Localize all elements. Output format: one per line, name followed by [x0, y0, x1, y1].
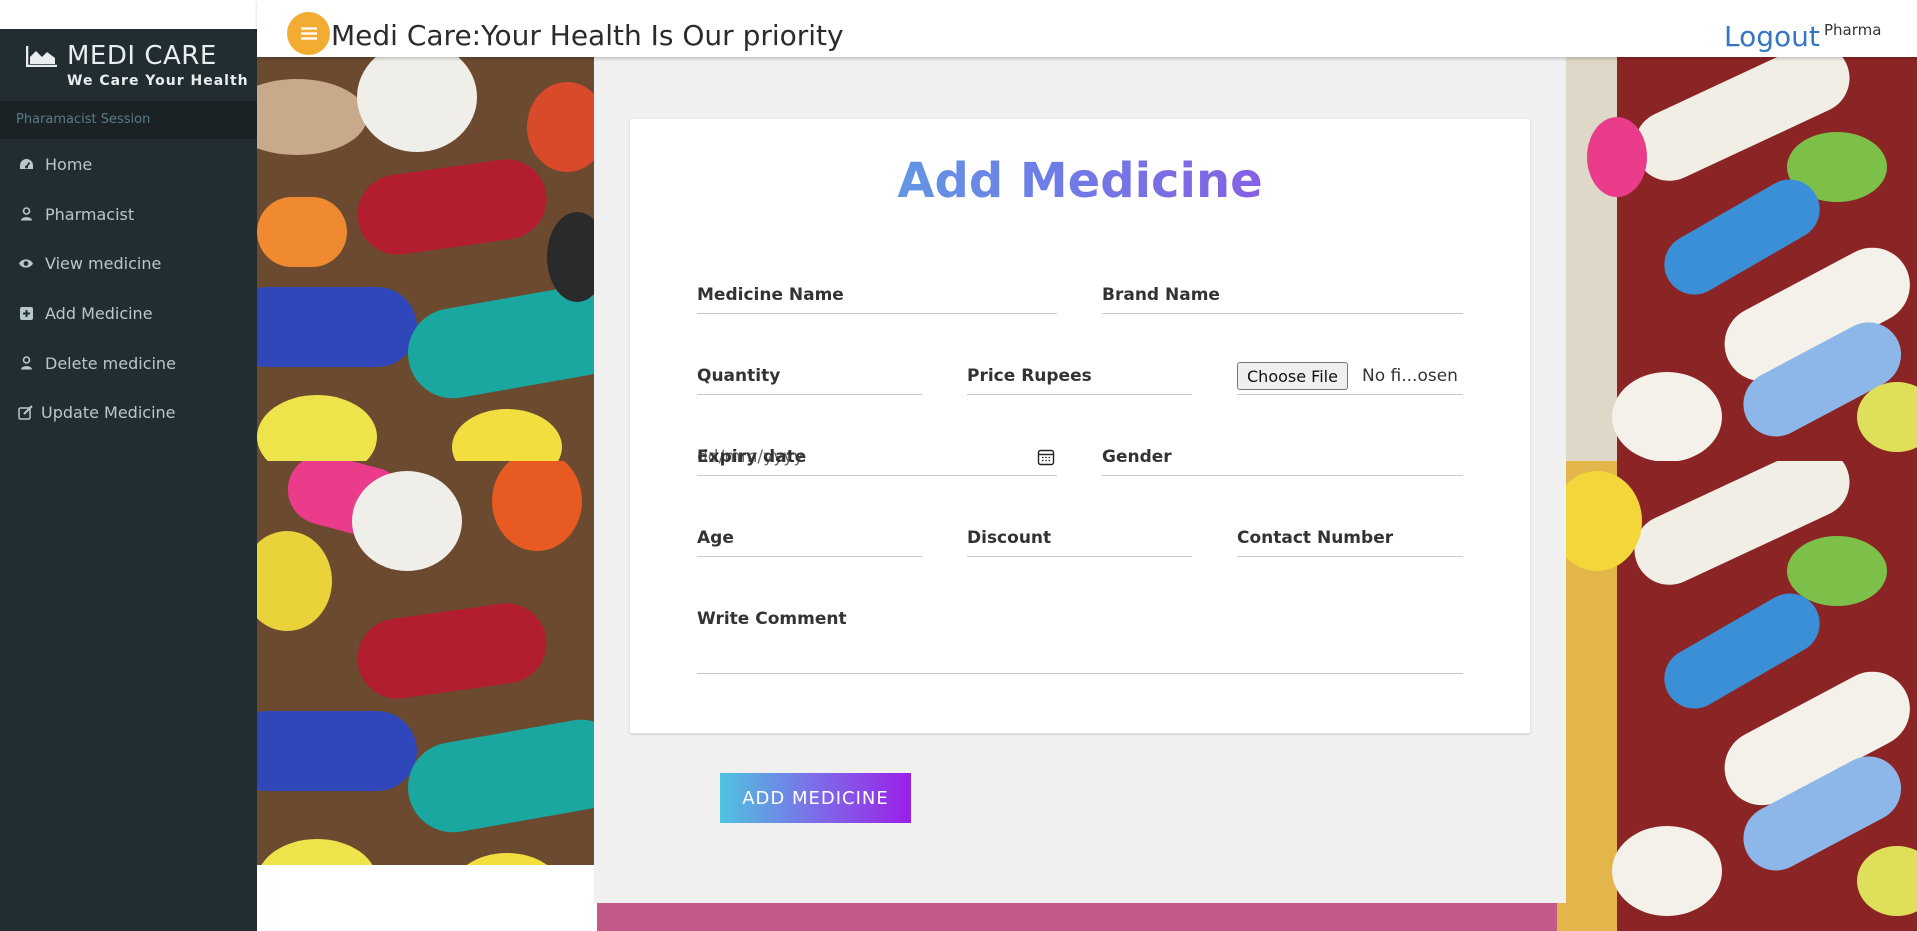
medicine-name-field[interactable]: Medicine Name	[697, 272, 1057, 314]
discount-field[interactable]: Discount	[967, 515, 1192, 557]
sidebar-item-home[interactable]: Home	[0, 140, 257, 190]
sidebar-item-pharmacist[interactable]: Pharmacist	[0, 190, 257, 240]
session-label: Pharamacist Session	[0, 101, 257, 139]
sidebar-item-update-medicine[interactable]: Update Medicine	[0, 388, 257, 438]
field-label: Brand Name	[1102, 285, 1220, 305]
page-title: Medi Care:Your Health Is Our priority	[331, 19, 844, 52]
field-label: Quantity	[697, 366, 781, 386]
sidebar-item-label: Add Medicine	[45, 304, 153, 324]
calendar-icon[interactable]	[1037, 448, 1055, 466]
add-medicine-form: Add Medicine Medicine Name Brand Name Qu…	[630, 119, 1530, 733]
sidebar-item-label: Update Medicine	[41, 403, 176, 423]
file-upload-field: Choose File No fi...osen	[1237, 353, 1463, 395]
field-label: Medicine Name	[697, 285, 844, 305]
contact-number-field[interactable]: Contact Number	[1237, 515, 1463, 557]
sidebar-item-delete-medicine[interactable]: Delete medicine	[0, 338, 257, 388]
dashboard-icon	[18, 157, 34, 173]
field-label: Expiry date	[697, 447, 807, 467]
pills-image	[257, 461, 597, 865]
field-label: Write Comment	[697, 609, 847, 629]
choose-file-button[interactable]: Choose File	[1237, 362, 1348, 390]
field-label: Discount	[967, 528, 1052, 548]
pills-image	[597, 900, 1557, 931]
main-panel: Add Medicine Medicine Name Brand Name Qu…	[594, 57, 1566, 903]
edit-icon	[18, 405, 34, 421]
menu-toggle-button[interactable]	[287, 12, 330, 55]
sidebar-item-add-medicine[interactable]: Add Medicine	[0, 289, 257, 339]
quantity-field[interactable]: Quantity	[697, 353, 922, 395]
sidebar: MEDI CARE We Care Your Health Pharamacis…	[0, 0, 257, 931]
brand-tagline: We Care Your Health	[67, 73, 249, 89]
user-name: Pharma	[1824, 21, 1882, 39]
pills-image	[1557, 461, 1917, 931]
sidebar-item-label: View medicine	[45, 254, 162, 274]
add-medicine-button[interactable]: ADD MEDICINE	[720, 773, 911, 823]
form-title: Add Medicine	[630, 153, 1530, 209]
brand-name-field[interactable]: Brand Name	[1102, 272, 1463, 314]
comment-field[interactable]: Write Comment	[697, 596, 1463, 674]
area-chart-icon	[26, 46, 57, 67]
field-label: Gender	[1102, 447, 1172, 467]
hamburger-icon	[300, 27, 317, 40]
pills-image	[1557, 57, 1917, 461]
gender-field[interactable]: Gender	[1102, 434, 1463, 476]
sidebar-item-view-medicine[interactable]: View medicine	[0, 239, 257, 289]
field-label: Age	[697, 528, 734, 548]
user-icon	[18, 355, 34, 371]
field-label: Contact Number	[1237, 528, 1394, 548]
top-header: Medi Care:Your Health Is Our priority Lo…	[257, 0, 1917, 57]
pills-image	[257, 57, 597, 461]
user-icon	[18, 206, 34, 222]
field-label: Price Rupees	[967, 366, 1092, 386]
eye-icon	[18, 256, 34, 272]
brand-name: MEDI CARE	[67, 41, 217, 71]
sidebar-top-strip	[0, 0, 257, 29]
sidebar-item-label: Home	[45, 155, 93, 175]
sidebar-nav: Home Pharmacist View medicine Add Medici…	[0, 140, 257, 438]
sidebar-item-label: Delete medicine	[45, 353, 176, 373]
logout-link[interactable]: Logout	[1724, 20, 1820, 53]
file-status: No fi...osen	[1362, 366, 1458, 386]
price-field[interactable]: Price Rupees	[967, 353, 1192, 395]
plus-square-icon	[18, 306, 34, 322]
sidebar-item-label: Pharmacist	[45, 204, 135, 224]
age-field[interactable]: Age	[697, 515, 922, 557]
brand-logo[interactable]: MEDI CARE We Care Your Health	[0, 29, 257, 93]
expiry-date-field[interactable]: dd/mm/yyyy Expiry date	[697, 434, 1057, 476]
